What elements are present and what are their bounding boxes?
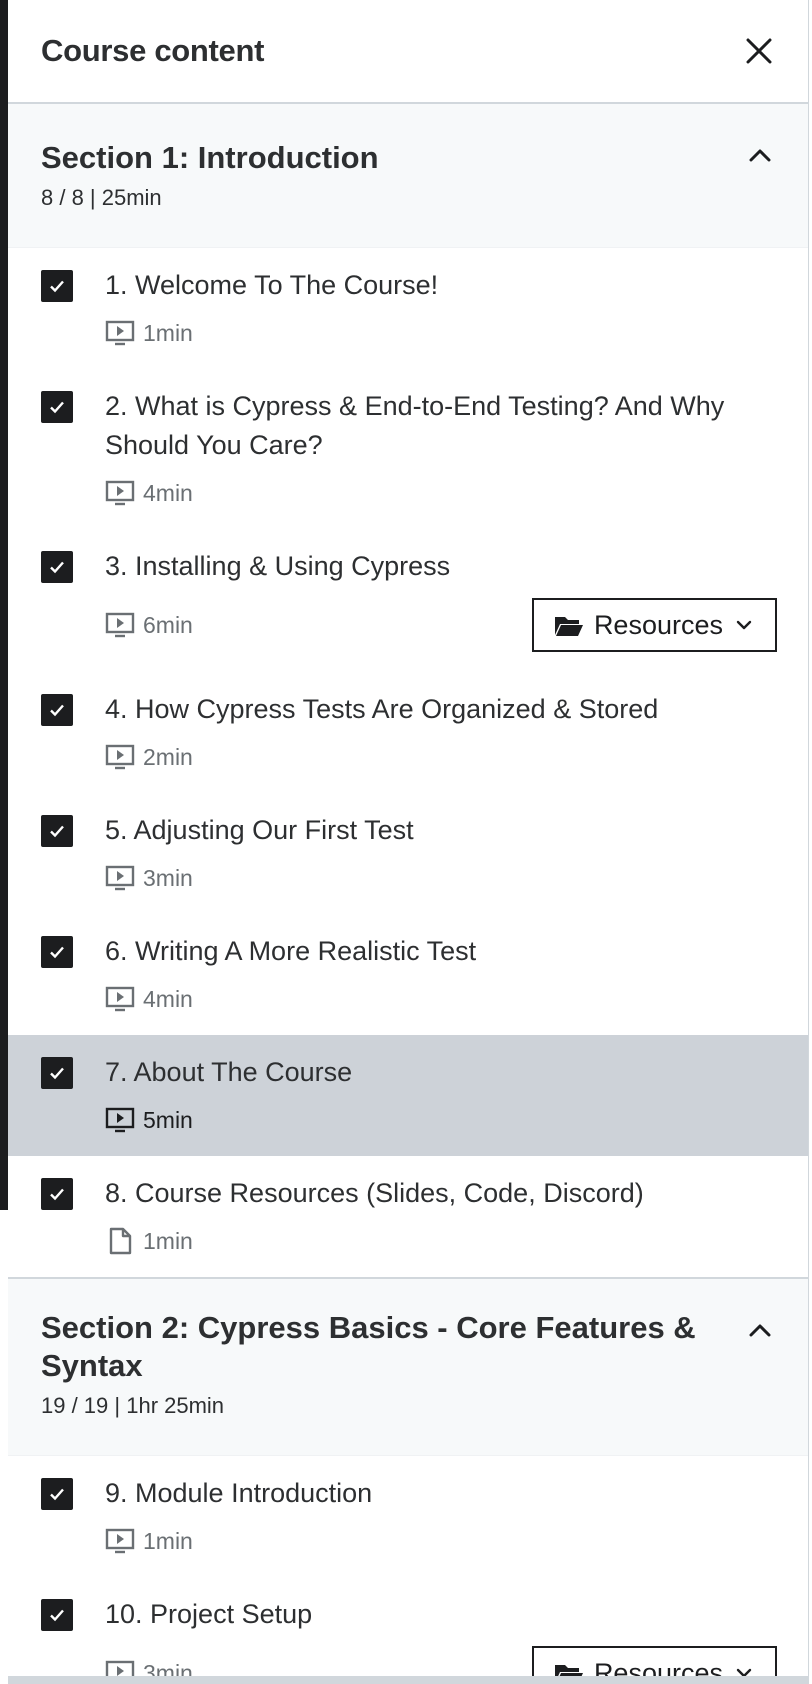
lecture-item-5[interactable]: 5. Adjusting Our First Test 3min (8, 793, 808, 914)
section-title: Section 2: Cypress Basics - Core Feature… (41, 1310, 696, 1383)
lecture-item-4[interactable]: 4. How Cypress Tests Are Organized & Sto… (8, 672, 808, 793)
section-progress: 19 / 19 | 1hr 25min (41, 1393, 225, 1418)
lecture-title: 5. Adjusting Our First Test (105, 815, 414, 845)
chevron-up-icon (749, 149, 771, 162)
checkmark-icon (50, 401, 64, 414)
video-icon (105, 1107, 135, 1133)
folder-icon (554, 617, 583, 636)
background-overlay-edge (0, 0, 8, 1210)
resources-label: Resources (593, 609, 723, 640)
duration-text: 1min (143, 1227, 193, 1254)
completed-checkbox[interactable] (41, 936, 73, 968)
checkmark-icon (50, 1488, 64, 1501)
completed-checkbox[interactable] (41, 551, 73, 583)
completed-checkbox[interactable] (41, 1478, 73, 1510)
completed-checkbox[interactable] (41, 1599, 73, 1631)
lecture-item-2[interactable]: 2. What is Cypress & End-to-End Testing?… (8, 369, 808, 529)
lecture-duration: 4min (105, 480, 193, 507)
lecture-title: 1. Welcome To The Course! (105, 270, 439, 300)
lecture-item-10[interactable]: 10. Project Setup 3min Resources (8, 1577, 808, 1684)
checkmark-icon (50, 946, 64, 959)
chevron-up-icon (749, 1324, 771, 1337)
section-header-1[interactable]: Section 1: Introduction 8 / 8 | 25min (8, 104, 808, 248)
lecture-duration: 1min (105, 1227, 193, 1255)
close-button[interactable] (742, 34, 776, 68)
checkmark-icon (50, 1609, 64, 1622)
lecture-title: 8. Course Resources (Slides, Code, Disco… (105, 1178, 644, 1208)
duration-text: 4min (143, 985, 193, 1012)
file-icon (109, 1227, 132, 1255)
section-header-2[interactable]: Section 2: Cypress Basics - Core Feature… (8, 1279, 808, 1456)
completed-checkbox[interactable] (41, 815, 73, 847)
completed-checkbox[interactable] (41, 1178, 73, 1210)
completed-checkbox[interactable] (41, 1057, 73, 1089)
lecture-title: 10. Project Setup (105, 1599, 313, 1629)
lecture-title: 3. Installing & Using Cypress (105, 551, 451, 581)
lecture-item-9[interactable]: 9. Module Introduction 1min (8, 1456, 808, 1577)
video-icon (105, 320, 135, 346)
lecture-item-6[interactable]: 6. Writing A More Realistic Test 4min (8, 914, 808, 1035)
lecture-title: 7. About The Course (105, 1057, 353, 1087)
lecture-item-7-current[interactable]: 7. About The Course 5min (8, 1035, 808, 1156)
duration-text: 5min (143, 1106, 193, 1133)
video-icon (105, 1528, 135, 1554)
panel-header: Course content (8, 0, 808, 104)
checkmark-icon (50, 1188, 64, 1201)
completed-checkbox[interactable] (41, 391, 73, 423)
lecture-title: 4. How Cypress Tests Are Organized & Sto… (105, 694, 659, 724)
lecture-duration: 5min (105, 1107, 193, 1134)
duration-text: 6min (143, 611, 193, 638)
video-icon (105, 865, 135, 891)
viewport-bottom-edge (8, 1676, 808, 1684)
lecture-item-3[interactable]: 3. Installing & Using Cypress 6min Resou… (8, 529, 808, 672)
course-content-panel: Course content Section 1: Introduction 8… (8, 0, 809, 1684)
video-icon (105, 480, 135, 506)
duration-text: 2min (143, 743, 193, 770)
lecture-item-1[interactable]: 1. Welcome To The Course! 1min (8, 248, 808, 369)
lecture-duration: 1min (105, 320, 193, 347)
resources-dropdown-button[interactable]: Resources (531, 598, 777, 652)
checkmark-icon (50, 704, 64, 717)
video-icon (105, 986, 135, 1012)
duration-text: 1min (143, 1527, 193, 1554)
video-icon (105, 612, 135, 638)
duration-text: 3min (143, 864, 193, 891)
completed-checkbox[interactable] (41, 694, 73, 726)
lecture-duration: 2min (105, 744, 193, 771)
completed-checkbox[interactable] (41, 270, 73, 302)
checkmark-icon (50, 280, 64, 293)
duration-text: 4min (143, 479, 193, 506)
chevron-down-icon (736, 620, 752, 630)
section-title: Section 1: Introduction (41, 140, 379, 175)
checkmark-icon (50, 825, 64, 838)
section-progress: 8 / 8 | 25min (41, 185, 162, 210)
lecture-item-8[interactable]: 8. Course Resources (Slides, Code, Disco… (8, 1156, 808, 1277)
close-icon (746, 38, 772, 64)
lecture-duration: 4min (105, 986, 193, 1013)
lecture-duration: 1min (105, 1528, 193, 1555)
panel-title: Course content (41, 33, 265, 68)
lecture-duration: 6min (105, 612, 193, 639)
video-icon (105, 744, 135, 770)
duration-text: 1min (143, 319, 193, 346)
lecture-title: 2. What is Cypress & End-to-End Testing?… (105, 391, 725, 460)
checkmark-icon (50, 561, 64, 574)
lecture-title: 6. Writing A More Realistic Test (105, 936, 477, 966)
checkmark-icon (50, 1067, 64, 1080)
lecture-title: 9. Module Introduction (105, 1478, 373, 1508)
lecture-duration: 3min (105, 865, 193, 892)
